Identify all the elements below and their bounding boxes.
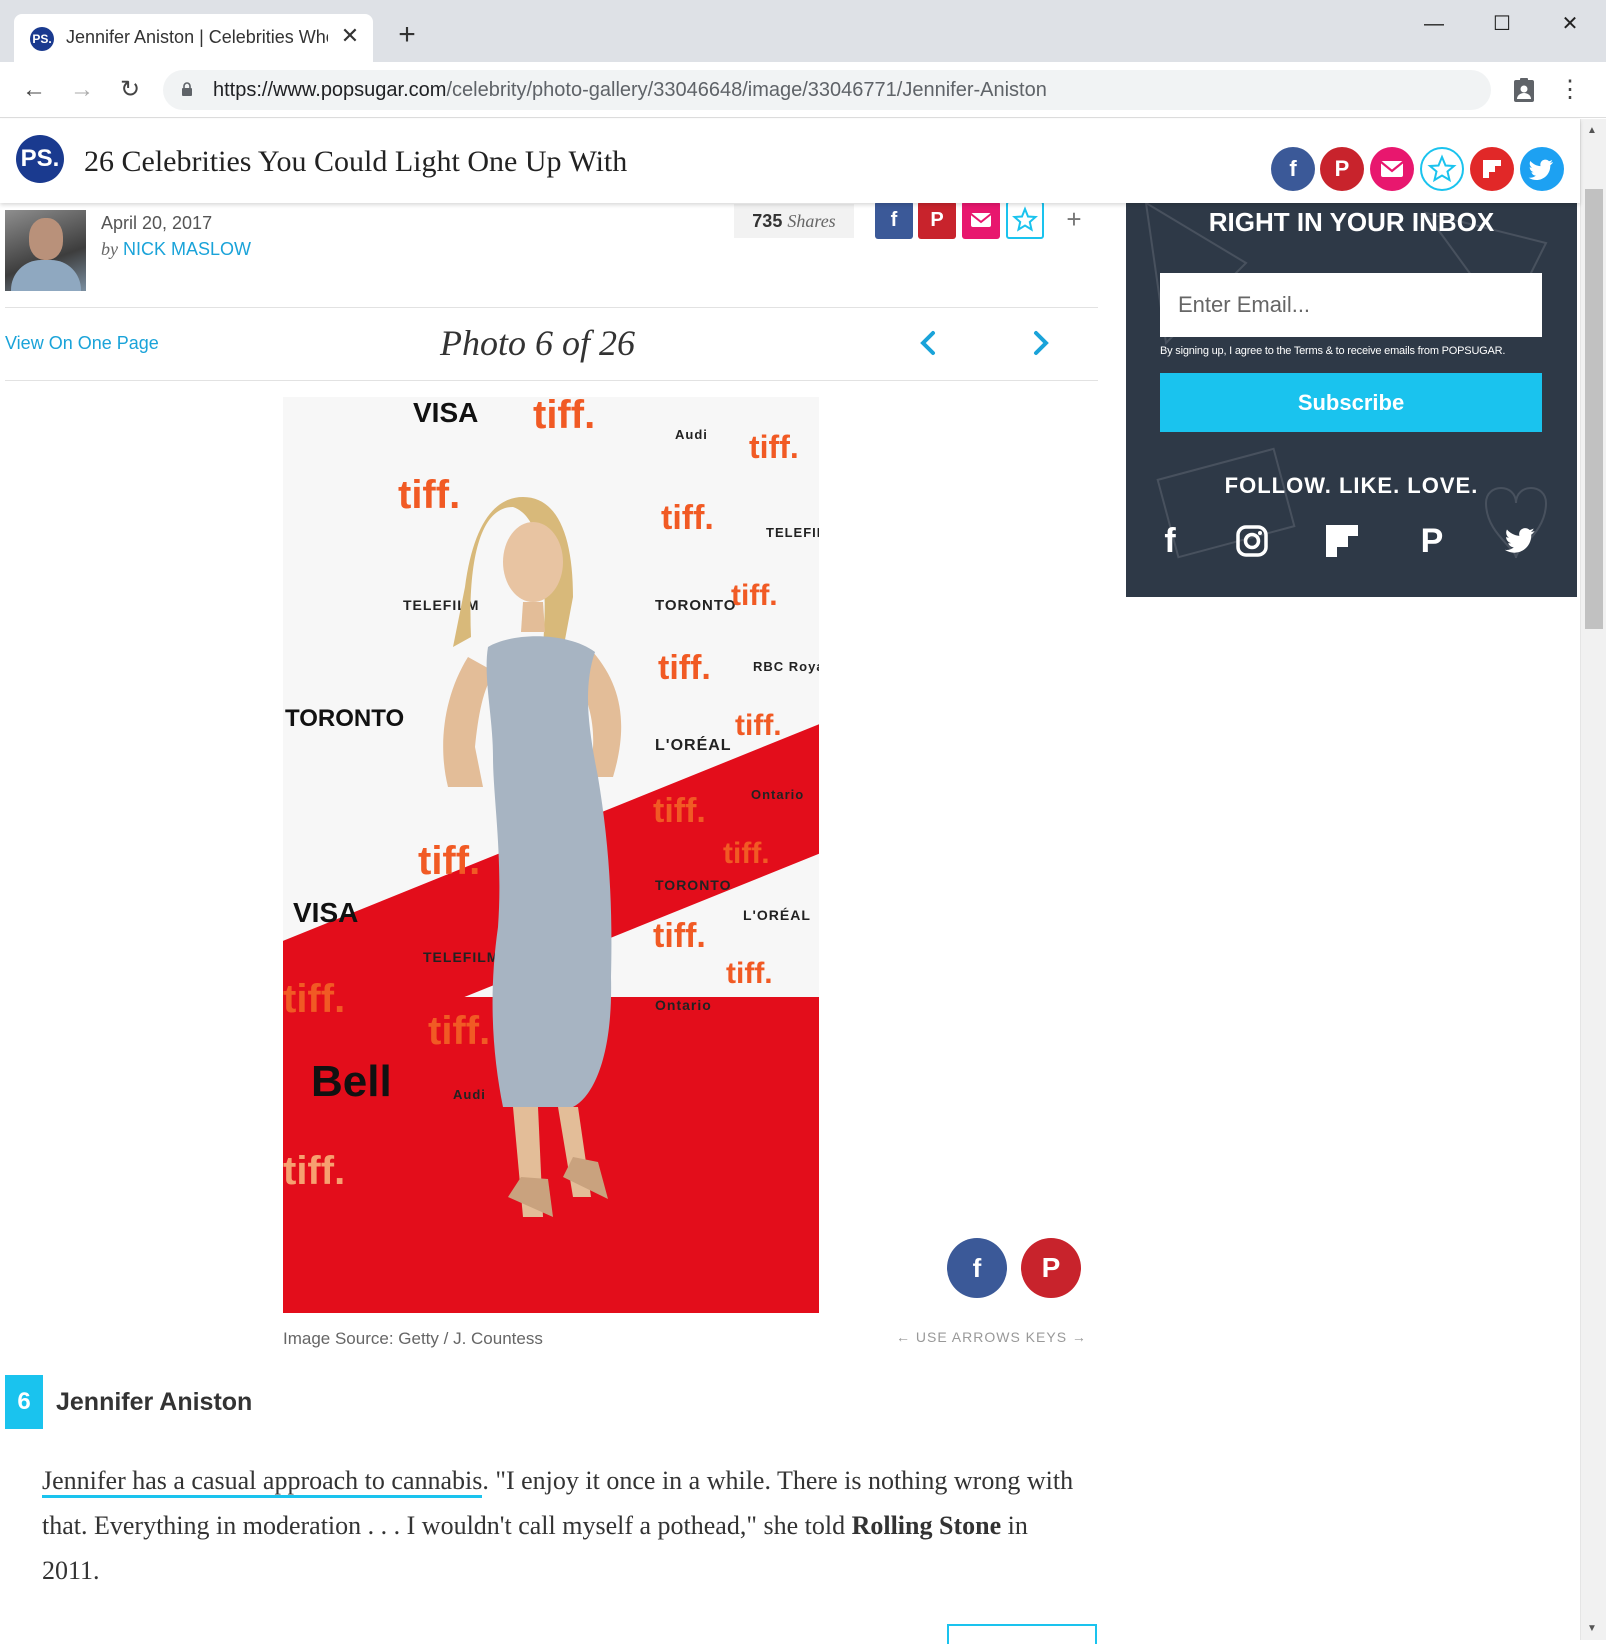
popsugar-logo[interactable]: PS. <box>16 135 64 183</box>
window-close-button[interactable]: ✕ <box>1550 8 1590 40</box>
loreal-logo: L'ORÉAL <box>743 907 811 923</box>
page-scrollbar[interactable]: ▲ ▼ <box>1580 119 1606 1640</box>
scroll-up-arrow-icon[interactable]: ▲ <box>1587 125 1597 136</box>
more-share-plus-icon[interactable]: + <box>1061 206 1087 232</box>
author-avatar[interactable] <box>5 210 86 291</box>
instagram-icon[interactable] <box>1232 521 1272 561</box>
tiff-logo: tiff. <box>726 957 773 990</box>
newsletter-signup: RIGHT IN YOUR INBOX By signing up, I agr… <box>1126 203 1577 597</box>
tiff-logo: tiff. <box>749 429 799 465</box>
tab-title: Jennifer Aniston | Celebrities Who <box>66 27 328 47</box>
subscribe-button[interactable]: Subscribe <box>1160 373 1542 432</box>
toronto-logo: TORONTO <box>655 597 737 614</box>
facebook-icon[interactable]: f <box>1150 521 1190 561</box>
forward-arrow-icon[interactable]: → <box>64 72 100 108</box>
newsletter-terms: By signing up, I agree to the Terms & to… <box>1160 345 1506 357</box>
newsletter-heading: RIGHT IN YOUR INBOX <box>1208 207 1495 237</box>
new-tab-button[interactable]: + <box>392 20 422 50</box>
next-chevron-icon[interactable] <box>1026 325 1056 361</box>
divider <box>5 307 1098 308</box>
visa-logo: VISA <box>293 897 359 928</box>
email-input[interactable] <box>1160 273 1542 337</box>
browser-tab[interactable]: PS. Jennifer Aniston | Celebrities Who ✕ <box>14 14 373 62</box>
star-icon[interactable] <box>1006 201 1044 239</box>
minimize-button[interactable]: — <box>1414 8 1454 40</box>
toronto-logo: TORONTO <box>655 877 732 893</box>
clipboard-account-icon[interactable] <box>1510 76 1538 104</box>
tiff-logo: tiff. <box>283 977 346 1021</box>
facebook-icon[interactable]: f <box>1271 147 1315 191</box>
jennifer-aniston-figure <box>443 497 622 1217</box>
maximize-button[interactable]: ☐ <box>1482 8 1522 40</box>
audi-logo: Audi <box>675 427 708 442</box>
next-slide-button-partial[interactable] <box>947 1624 1097 1644</box>
address-bar[interactable]: https://www.popsugar.com/celebrity/photo… <box>163 70 1491 110</box>
divider <box>5 380 1098 381</box>
url-text: https://www.popsugar.com/celebrity/photo… <box>213 79 1047 101</box>
tiff-logo: tiff. <box>533 397 596 437</box>
tiff-logo: tiff. <box>653 792 706 830</box>
publish-date: April 20, 2017 <box>101 213 213 233</box>
photo-facebook-share-icon[interactable]: f <box>947 1238 1007 1298</box>
reload-icon[interactable]: ↻ <box>112 72 148 108</box>
tiff-logo: tiff. <box>283 1149 346 1193</box>
email-icon[interactable] <box>1370 147 1414 191</box>
flipboard-icon[interactable] <box>1322 521 1362 561</box>
view-on-one-page-link[interactable]: View On One Page <box>5 333 159 354</box>
pinterest-icon[interactable]: P <box>1320 147 1364 191</box>
byline: by NICK MASLOW <box>101 239 251 260</box>
scrollbar-thumb[interactable] <box>1585 189 1603 629</box>
tiff-logo: tiff. <box>723 837 770 870</box>
tiff-logo: tiff. <box>658 649 711 687</box>
image-source-credit: Image Source: Getty / J. Countess <box>283 1329 543 1348</box>
popsugar-favicon-icon: PS. <box>30 27 54 51</box>
pinterest-icon[interactable]: P <box>918 201 956 239</box>
tiff-logo: tiff. <box>661 499 714 537</box>
shares-count: 735 Shares <box>734 204 854 238</box>
twitter-icon[interactable] <box>1500 521 1540 561</box>
twitter-icon[interactable] <box>1520 147 1564 191</box>
flipboard-icon[interactable] <box>1470 147 1514 191</box>
telefilm-logo: TELEFILM <box>766 525 819 540</box>
browser-toolbar: ← → ↻ https://www.popsugar.com/celebrity… <box>0 62 1606 118</box>
slide-number-badge: 6 <box>5 1375 43 1429</box>
site-header: PS. 26 Celebrities You Could Light One U… <box>0 119 1580 203</box>
visa-logo: VISA <box>413 397 479 428</box>
rbc-logo: RBC Royal Bank <box>753 659 819 674</box>
byline-prefix: by <box>101 239 118 259</box>
kebab-menu-icon[interactable]: ⋮ <box>1558 74 1582 106</box>
facebook-icon[interactable]: f <box>875 201 913 239</box>
browser-titlebar: PS. Jennifer Aniston | Celebrities Who ✕… <box>0 0 1606 62</box>
email-icon[interactable] <box>962 201 1000 239</box>
photo-counter: Photo 6 of 26 <box>440 323 635 363</box>
back-arrow-icon[interactable]: ← <box>16 72 52 108</box>
pinterest-icon[interactable]: P <box>1412 521 1452 561</box>
star-icon[interactable] <box>1420 147 1464 191</box>
prev-chevron-icon[interactable] <box>913 325 943 361</box>
photo-pinterest-share-icon[interactable]: P <box>1021 1238 1081 1298</box>
slide-body-text: Jennifer has a casual approach to cannab… <box>42 1466 1074 1585</box>
tiff-logo: tiff. <box>735 709 782 742</box>
slide-title: Jennifer Aniston <box>56 1388 253 1416</box>
tiff-logo: tiff. <box>653 917 706 955</box>
author-link[interactable]: NICK MASLOW <box>123 239 251 259</box>
gallery-title: 26 Celebrities You Could Light One Up Wi… <box>84 145 628 178</box>
cannabis-article-link[interactable]: Jennifer has a casual approach to cannab… <box>42 1466 483 1498</box>
arrow-keys-hint: ← USE ARROWS KEYS → <box>896 1329 1087 1345</box>
tiff-logo: tiff. <box>731 579 778 612</box>
tab-close-icon[interactable]: ✕ <box>336 22 364 50</box>
ontario-logo: Ontario <box>655 997 712 1013</box>
ontario-logo: Ontario <box>751 787 805 802</box>
scroll-down-arrow-icon[interactable]: ▼ <box>1587 1623 1597 1634</box>
bell-logo: Bell <box>311 1057 392 1106</box>
follow-heading: FOLLOW. LIKE. LOVE. <box>1224 473 1479 498</box>
loreal-logo: L'ORÉAL <box>655 737 732 754</box>
lock-icon <box>182 82 192 96</box>
gallery-photo[interactable]: VISA tiff. Audi tiff. tiff. tiff. TELEFI… <box>283 397 819 1313</box>
rolling-stone-text: Rolling Stone <box>851 1511 1002 1540</box>
